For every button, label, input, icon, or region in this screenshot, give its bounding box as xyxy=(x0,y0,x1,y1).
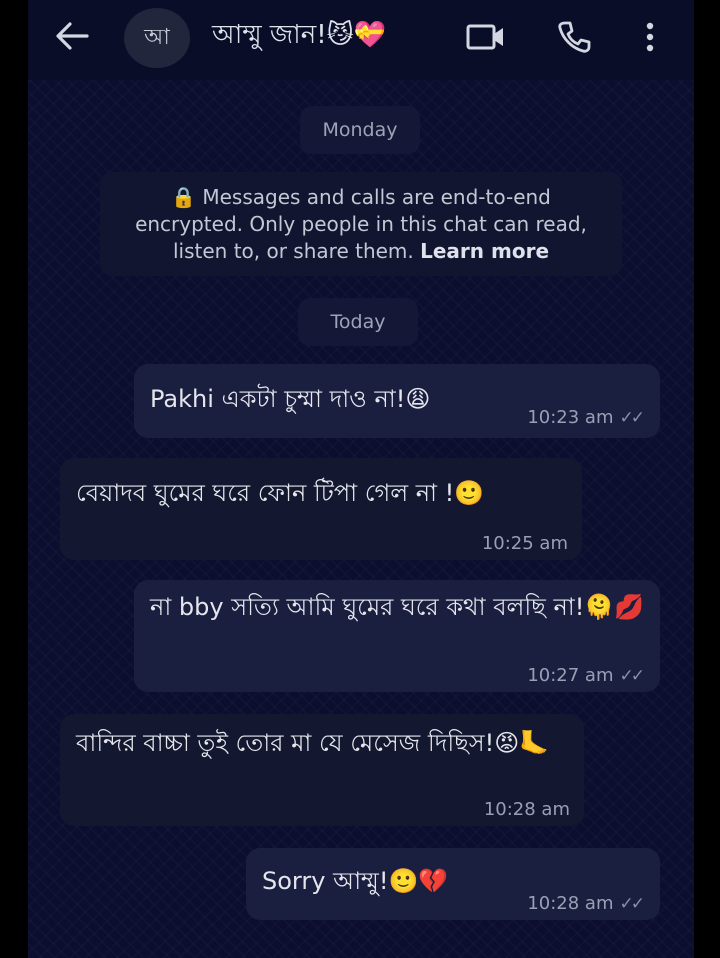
contact-name[interactable]: আম্মু জান!😼💝 xyxy=(212,14,386,58)
encryption-line-3-wrap: listen to, or share them. Learn more xyxy=(100,238,622,265)
learn-more-link[interactable]: Learn more xyxy=(420,239,549,263)
message-time: 10:23 am xyxy=(527,407,614,428)
read-receipt-icon: ✓✓ xyxy=(619,666,645,686)
chat-screen: আ আম্মু জান!😼💝 Monday 🔒 Messages and cal… xyxy=(28,0,694,958)
message-time: 10:27 am xyxy=(527,665,614,686)
read-receipt-icon: ✓✓ xyxy=(619,894,645,914)
avatar-initial: আ xyxy=(144,24,170,50)
read-receipt-icon: ✓✓ xyxy=(619,408,645,428)
chat-header: আ আম্মু জান!😼💝 xyxy=(28,0,694,80)
message-time: 10:28 am xyxy=(483,799,570,820)
video-call-button[interactable] xyxy=(462,16,510,58)
encryption-line-2: encrypted. Only people in this chat can … xyxy=(135,212,587,236)
message-text: বেয়াদব ঘুমের ঘরে ফোন টিপা গেল না !🙂 xyxy=(76,479,485,507)
phone-icon xyxy=(558,21,591,53)
message-bubble-incoming[interactable]: বেয়াদব ঘুমের ঘরে ফোন টিপা গেল না !🙂 10:… xyxy=(60,458,582,560)
date-separator-monday: Monday xyxy=(300,106,420,154)
encryption-line-3: listen to, or share them. xyxy=(172,239,414,263)
message-meta: 10:27 am ✓✓ xyxy=(527,665,645,686)
message-text: না bby সত্যি আমি ঘুমের ঘরে কথা বলছি না!🫠… xyxy=(150,593,645,621)
message-bubble-outgoing[interactable]: না bby সত্যি আমি ঘুমের ঘরে কথা বলছি না!🫠… xyxy=(134,580,660,692)
date-separator-today: Today xyxy=(298,298,418,346)
back-button[interactable] xyxy=(48,14,96,58)
voice-call-button[interactable] xyxy=(550,16,598,58)
video-call-icon xyxy=(466,24,503,50)
message-text: বান্দির বাচ্চা তুই তোর মা যে মেসেজ দিছিস… xyxy=(76,729,550,757)
more-options-button[interactable] xyxy=(630,16,670,58)
message-time: 10:25 am xyxy=(481,533,568,554)
more-vert-icon xyxy=(646,22,654,52)
encryption-line-1: 🔒 Messages and calls are end-to-end xyxy=(171,185,551,209)
message-meta: 10:23 am ✓✓ xyxy=(527,407,645,428)
back-arrow-icon xyxy=(56,22,89,50)
encryption-notice[interactable]: 🔒 Messages and calls are end-to-end encr… xyxy=(100,172,622,276)
message-bubble-outgoing[interactable]: Sorry আম্মু!🙂💔 10:28 am ✓✓ xyxy=(246,848,660,920)
message-bubble-outgoing[interactable]: Pakhi একটা চুম্মা দাও না!😩 10:23 am ✓✓ xyxy=(134,364,660,438)
avatar[interactable]: আ xyxy=(124,8,190,68)
message-time: 10:28 am xyxy=(527,893,614,914)
message-bubble-incoming[interactable]: বান্দির বাচ্চা তুই তোর মা যে মেসেজ দিছিস… xyxy=(60,714,584,826)
message-meta: 10:28 am ✓✓ xyxy=(527,893,645,914)
